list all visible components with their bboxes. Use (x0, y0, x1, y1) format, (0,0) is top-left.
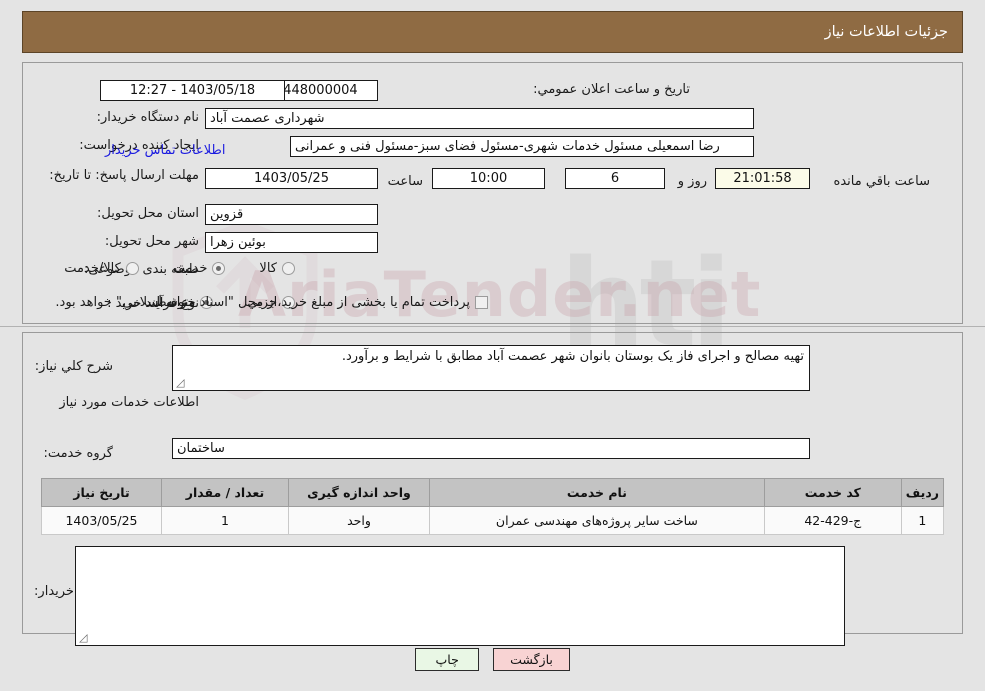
table-header-row: ردیف کد خدمت نام خدمت واحد اندازه گیری ت… (41, 478, 945, 507)
action-button-bar: بازگشت چاپ (0, 648, 985, 671)
column-header-quantity: تعداد / مقدار (161, 478, 289, 507)
service-group-value[interactable]: ساختمان (172, 438, 810, 459)
public-announce-value[interactable]: 1403/05/18 - 12:27 (100, 80, 285, 101)
column-header-radif: ردیف (900, 478, 945, 507)
deadline-days-label: روز و (677, 174, 707, 189)
delivery-city-label-group: شهر محل تحویل: (105, 234, 199, 249)
service-group-label: گروه خدمت: (43, 446, 113, 461)
category-radio-group: کالا خدمت کالا/خدمت (30, 261, 295, 276)
print-button[interactable]: چاپ (415, 648, 480, 671)
category-option-label: خدمت (172, 261, 208, 276)
page-title: جزئیات اطلاعات نیاز (824, 24, 948, 40)
islamic-treasury-checkbox-label: پرداخت تمام یا بخشی از مبلغ خرید،از محل … (55, 295, 470, 310)
category-option-label: کالا/خدمت (64, 261, 121, 276)
category-option-khedmat[interactable]: خدمت (173, 261, 226, 276)
general-desc-label: شرح کلي نیاز: (34, 359, 113, 374)
cell-radif: 1 (900, 506, 945, 535)
back-button[interactable]: بازگشت (493, 648, 570, 671)
resize-grip-icon[interactable]: ◺ (79, 631, 87, 644)
checkbox-icon[interactable] (475, 296, 488, 309)
column-header-service-name: نام خدمت (429, 478, 765, 507)
deadline-countdown-label: ساعت باقي مانده (833, 174, 930, 189)
islamic-treasury-checkbox-item[interactable]: پرداخت تمام یا بخشی از مبلغ خرید،از محل … (55, 295, 488, 310)
general-desc-textarea[interactable]: تهیه مصالح و اجرای فاز یک بوستان بانوان … (172, 345, 810, 391)
buyer-org-value[interactable]: شهرداری عصمت آباد (205, 108, 754, 129)
delivery-city-label: شهر محل تحویل: (104, 234, 199, 249)
category-option-kala-khedmat[interactable]: کالا/خدمت (64, 261, 139, 276)
cell-need-date: 1403/05/25 (41, 506, 162, 535)
column-header-unit: واحد اندازه گیری (288, 478, 430, 507)
column-header-need-date: تاریخ نیاز (41, 478, 162, 507)
deadline-label: مهلت ارسال پاسخ: تا تاریخ: (49, 168, 199, 183)
general-desc-value: تهیه مصالح و اجرای فاز یک بوستان بانوان … (341, 349, 804, 364)
cell-unit: واحد (288, 506, 430, 535)
column-header-service-code: کد خدمت (763, 478, 902, 507)
services-section-title: اطلاعات خدمات مورد نیاز (59, 395, 199, 410)
panel-divider (0, 326, 985, 327)
page-root: hti AriaTender.net جزئیات اطلاعات نیاز ش… (0, 0, 985, 691)
buyer-contact-link[interactable]: اطلاعات تماس خریدار (105, 143, 225, 158)
table-row: 1 ج-429-42 ساخت سایر پروژه‌های مهندسی عم… (41, 506, 945, 535)
radio-icon[interactable] (282, 262, 295, 275)
services-table: ردیف کد خدمت نام خدمت واحد اندازه گیری ت… (41, 478, 945, 535)
category-option-kala[interactable]: کالا (259, 261, 295, 276)
need-info-panel (22, 62, 963, 324)
delivery-province-label: استان محل تحویل: (97, 206, 199, 221)
delivery-province-label-group: استان محل تحویل: (97, 206, 199, 221)
public-announce-label-group: تاریخ و ساعت اعلان عمومي: (533, 82, 690, 97)
request-creator-value[interactable]: رضا اسمعیلی مسئول خدمات شهری-مسئول فضای … (290, 136, 754, 157)
deadline-countdown-value: 21:01:58 (715, 168, 810, 189)
radio-icon[interactable] (125, 262, 139, 275)
delivery-city-value[interactable]: بوئین زهرا (205, 232, 378, 253)
buyer-org-label-group: نام دستگاه خریدار: (97, 110, 199, 125)
cell-service-code: ج-429-42 (763, 506, 902, 535)
deadline-hour-value[interactable]: 10:00 (432, 168, 545, 189)
category-option-label: کالا (259, 261, 277, 276)
resize-grip-icon[interactable]: ◺ (176, 376, 184, 389)
page-header: جزئیات اطلاعات نیاز (22, 11, 963, 53)
cell-quantity: 1 (161, 506, 289, 535)
buyer-notes-textarea[interactable]: ◺ (75, 546, 845, 646)
buyer-org-label: نام دستگاه خریدار: (96, 110, 199, 125)
delivery-province-value[interactable]: قزوین (205, 204, 378, 225)
cell-service-name: ساخت سایر پروژه‌های مهندسی عمران (429, 506, 765, 535)
deadline-date-value[interactable]: 1403/05/25 (205, 168, 378, 189)
deadline-hour-label: ساعت (387, 174, 423, 189)
deadline-days-value[interactable]: 6 (565, 168, 665, 189)
public-announce-label: تاریخ و ساعت اعلان عمومي: (533, 82, 690, 97)
deadline-label-group: مهلت ارسال پاسخ: تا تاریخ: (49, 164, 199, 183)
radio-selected-icon[interactable] (212, 262, 226, 275)
